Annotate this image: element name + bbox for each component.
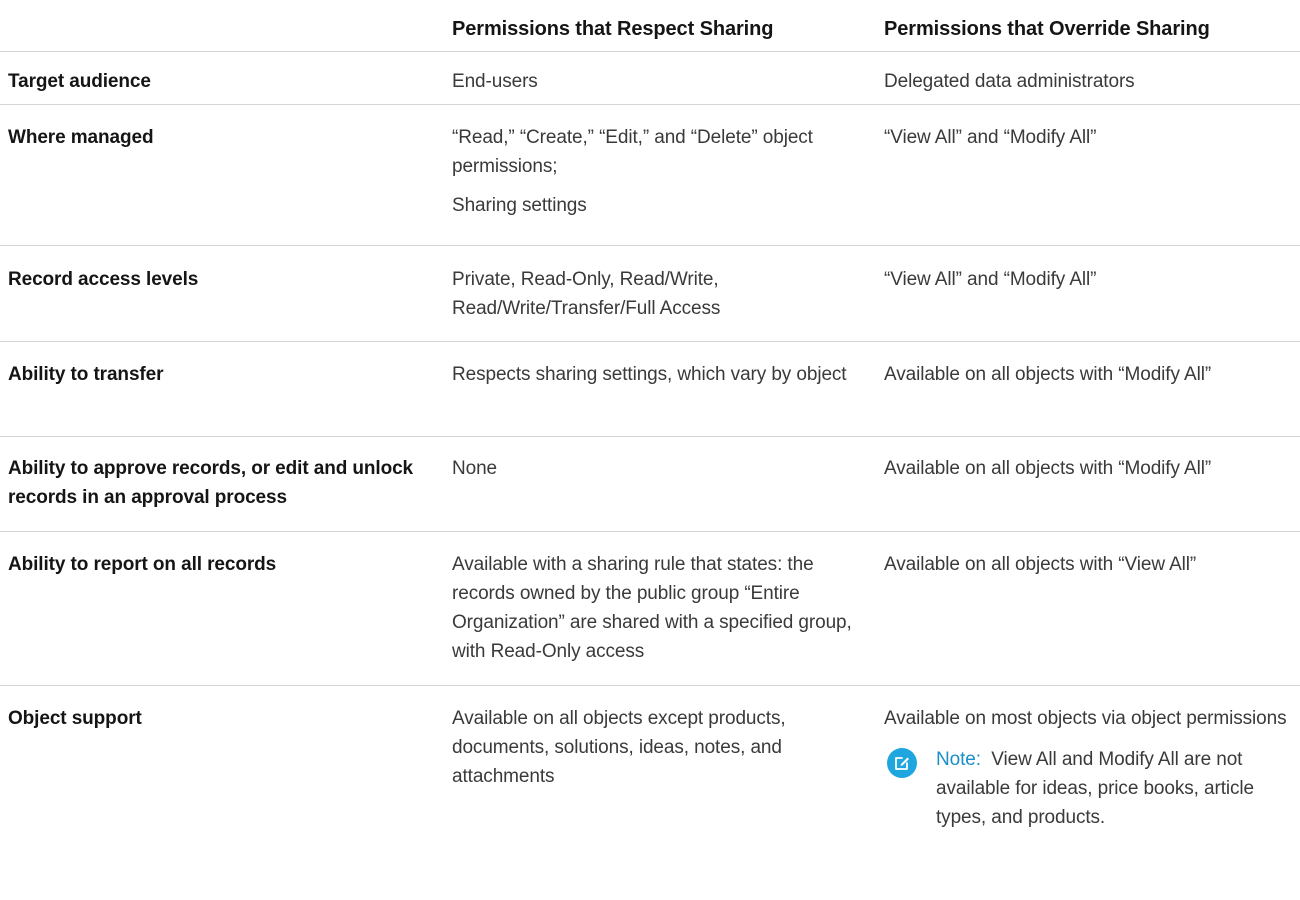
cell-text: “Read,” “Create,” “Edit,” and “Delete” o…: [452, 127, 813, 177]
respect-sharing-cell: None: [452, 454, 864, 483]
table-header-row: Permissions that Respect Sharing Permiss…: [0, 0, 1300, 52]
cell-text: Sharing settings: [452, 195, 587, 216]
header-col-respect-sharing: Permissions that Respect Sharing: [452, 18, 774, 40]
respect-sharing-cell: End-users: [452, 67, 864, 96]
row-label: Ability to approve records, or edit and …: [8, 458, 414, 508]
override-sharing-cell: Available on all objects with “Modify Al…: [884, 364, 1212, 385]
row-label: Record access levels: [8, 269, 199, 290]
table-row-target-audience: Target audience End-users Delegated data…: [0, 52, 1300, 105]
respect-sharing-cell: Private, Read-Only, Read/Write, Read/Wri…: [452, 265, 864, 323]
respect-sharing-cell: Respects sharing settings, which vary by…: [452, 360, 864, 389]
respect-sharing-cell: “Read,” “Create,” “Edit,” and “Delete” o…: [452, 123, 864, 220]
table-row-ability-to-report: Ability to report on all records Availab…: [0, 532, 1300, 686]
row-label: Where managed: [8, 127, 154, 148]
cell-text: Respects sharing settings, which vary by…: [452, 364, 847, 385]
cell-text: Available on all objects except products…: [452, 708, 786, 787]
override-sharing-cell: Available on all objects with “Modify Al…: [884, 458, 1212, 479]
table-row-record-access-levels: Record access levels Private, Read-Only,…: [0, 246, 1300, 342]
cell-text: None: [452, 458, 498, 479]
row-label: Ability to report on all records: [8, 554, 277, 575]
override-sharing-cell: Available on all objects with “View All”: [884, 554, 1197, 575]
note-label: Note:: [936, 749, 992, 770]
header-col-override-sharing: Permissions that Override Sharing: [884, 18, 1210, 40]
override-sharing-cell: Delegated data administrators: [884, 71, 1135, 92]
respect-sharing-cell: Available with a sharing rule that state…: [452, 550, 864, 666]
table-row-ability-to-transfer: Ability to transfer Respects sharing set…: [0, 342, 1300, 437]
cell-text: End-users: [452, 71, 538, 92]
row-label: Object support: [8, 708, 142, 729]
note-callout: Note: View All and Modify All are not av…: [884, 745, 1294, 832]
respect-sharing-cell: Available on all objects except products…: [452, 704, 864, 791]
cell-text: Private, Read-Only, Read/Write, Read/Wri…: [452, 269, 721, 319]
override-sharing-cell: “View All” and “Modify All”: [884, 127, 1097, 148]
edit-note-icon: [887, 748, 917, 778]
row-label: Target audience: [8, 71, 151, 92]
cell-text: Available with a sharing rule that state…: [452, 554, 852, 662]
table-row-where-managed: Where managed “Read,” “Create,” “Edit,” …: [0, 105, 1300, 246]
cell-text: Available on most objects via object per…: [884, 708, 1287, 729]
table-row-ability-to-approve: Ability to approve records, or edit and …: [0, 437, 1300, 532]
override-sharing-cell: “View All” and “Modify All”: [884, 269, 1097, 290]
row-label: Ability to transfer: [8, 364, 164, 385]
permissions-table: Permissions that Respect Sharing Permiss…: [0, 0, 1300, 900]
table-row-object-support: Object support Available on all objects …: [0, 686, 1300, 900]
override-sharing-cell: Available on most objects via object per…: [884, 704, 1294, 832]
